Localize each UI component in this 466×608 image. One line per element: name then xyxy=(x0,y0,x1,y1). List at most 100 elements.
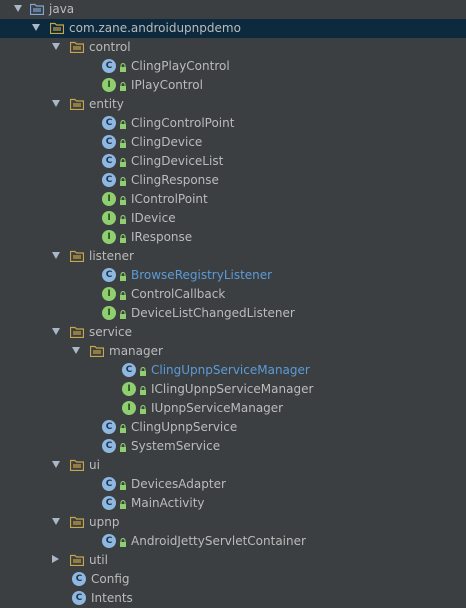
tree-item-label: IControlPoint xyxy=(131,192,208,206)
tree-node-upnp[interactable]: upnp xyxy=(0,513,466,532)
expand-arrow-icon[interactable] xyxy=(52,100,60,107)
tree-item[interactable]: C DevicesAdapter xyxy=(0,475,466,494)
visibility-lock-icon xyxy=(139,385,147,395)
expand-arrow-icon[interactable] xyxy=(52,461,60,468)
package-folder-icon xyxy=(69,98,85,111)
tree-item[interactable]: C AndroidJettyServletContainer xyxy=(0,532,466,551)
tree-item-label: IPlayControl xyxy=(131,78,203,92)
visibility-lock-icon xyxy=(119,309,127,319)
interface-icon: I xyxy=(122,401,136,415)
project-tree: java com.zane.androidupnpdemo control C Clin… xyxy=(0,0,466,607)
package-folder-icon xyxy=(69,554,85,567)
tree-item[interactable]: I IResponse xyxy=(0,228,466,247)
tree-item-label: DeviceListChangedListener xyxy=(131,306,295,320)
tree-item-label: ClingDeviceList xyxy=(131,154,224,168)
class-icon: C xyxy=(102,420,116,434)
tree-item-label: DevicesAdapter xyxy=(131,477,226,491)
tree-node-util[interactable]: util xyxy=(0,551,466,570)
class-icon: C xyxy=(102,116,116,130)
interface-icon: I xyxy=(102,211,116,225)
package-folder-icon xyxy=(89,345,105,358)
expand-arrow-icon[interactable] xyxy=(52,252,60,259)
tree-item[interactable]: I IUpnpServiceManager xyxy=(0,399,466,418)
visibility-lock-icon xyxy=(119,157,127,167)
tree-item-label: service xyxy=(89,325,132,339)
tree-item-label: listener xyxy=(89,249,134,263)
interface-icon: I xyxy=(102,192,116,206)
tree-item[interactable]: C ClingDevice xyxy=(0,133,466,152)
interface-icon: I xyxy=(102,287,116,301)
expand-arrow-icon[interactable] xyxy=(52,518,60,525)
tree-node-manager[interactable]: manager xyxy=(0,342,466,361)
tree-item-label: com.zane.androidupnpdemo xyxy=(69,21,241,35)
tree-node-ui[interactable]: ui xyxy=(0,456,466,475)
tree-item-label: IClingUpnpServiceManager xyxy=(151,382,314,396)
tree-item[interactable]: C ClingDeviceList xyxy=(0,152,466,171)
tree-item-label: IUpnpServiceManager xyxy=(151,401,284,415)
expand-arrow-icon[interactable] xyxy=(14,5,22,12)
tree-node-service[interactable]: service xyxy=(0,323,466,342)
tree-item-label: java xyxy=(49,2,75,16)
tree-item-label: AndroidJettyServletContainer xyxy=(131,534,306,548)
class-icon: C xyxy=(102,268,116,282)
class-icon: C xyxy=(102,439,116,453)
expand-arrow-icon[interactable] xyxy=(52,328,60,335)
package-folder-icon xyxy=(69,41,85,54)
class-icon: C xyxy=(102,135,116,149)
package-folder-icon xyxy=(69,516,85,529)
tree-item-label: ClingUpnpService xyxy=(131,420,238,434)
tree-item[interactable]: C BrowseRegistryListener xyxy=(0,266,466,285)
collapse-arrow-icon[interactable] xyxy=(52,555,59,563)
tree-item[interactable]: I IDevice xyxy=(0,209,466,228)
tree-item[interactable]: C ClingUpnpServiceManager xyxy=(0,361,466,380)
class-icon: C xyxy=(102,477,116,491)
tree-item[interactable]: C ClingResponse xyxy=(0,171,466,190)
tree-item-label: Config xyxy=(91,572,130,586)
tree-item-label: util xyxy=(89,553,108,567)
package-folder-icon xyxy=(49,22,65,35)
tree-node-java[interactable]: java xyxy=(0,0,466,19)
tree-item-label: ClingResponse xyxy=(131,173,219,187)
tree-node-entity[interactable]: entity xyxy=(0,95,466,114)
visibility-lock-icon xyxy=(119,442,127,452)
tree-item[interactable]: I ControlCallback xyxy=(0,285,466,304)
tree-item[interactable]: C ClingPlayControl xyxy=(0,57,466,76)
tree-item-label: SystemService xyxy=(131,439,221,453)
expand-arrow-icon[interactable] xyxy=(72,347,80,354)
class-icon: C xyxy=(122,363,136,377)
package-folder-icon xyxy=(69,459,85,472)
tree-item[interactable]: C MainActivity xyxy=(0,494,466,513)
tree-item-label: BrowseRegistryListener xyxy=(131,268,273,282)
interface-icon: I xyxy=(122,382,136,396)
interface-icon: I xyxy=(102,306,116,320)
visibility-lock-icon xyxy=(119,271,127,281)
tree-item[interactable]: C Config xyxy=(0,570,466,589)
tree-item-label: ClingControlPoint xyxy=(131,116,235,130)
class-icon: C xyxy=(102,534,116,548)
tree-item-label: upnp xyxy=(89,515,120,529)
class-icon: C xyxy=(102,496,116,510)
tree-node-listener[interactable]: listener xyxy=(0,247,466,266)
visibility-lock-icon xyxy=(119,195,127,205)
tree-node-com-zane-androidupnpdemo[interactable]: com.zane.androidupnpdemo xyxy=(0,19,466,38)
expand-arrow-icon[interactable] xyxy=(52,43,60,50)
tree-item[interactable]: C Intents xyxy=(0,589,466,608)
tree-item[interactable]: C SystemService xyxy=(0,437,466,456)
tree-item[interactable]: I IControlPoint xyxy=(0,190,466,209)
visibility-lock-icon xyxy=(119,62,127,72)
visibility-lock-icon xyxy=(119,480,127,490)
tree-item[interactable]: C ClingUpnpService xyxy=(0,418,466,437)
tree-item[interactable]: I DeviceListChangedListener xyxy=(0,304,466,323)
tree-node-control[interactable]: control xyxy=(0,38,466,57)
expand-arrow-icon[interactable] xyxy=(32,24,40,31)
tree-item-label: ClingPlayControl xyxy=(131,59,230,73)
tree-item[interactable]: I IClingUpnpServiceManager xyxy=(0,380,466,399)
visibility-lock-icon xyxy=(119,537,127,547)
visibility-lock-icon xyxy=(139,404,147,414)
tree-item[interactable]: I IPlayControl xyxy=(0,76,466,95)
visibility-lock-icon xyxy=(119,176,127,186)
visibility-lock-icon xyxy=(119,233,127,243)
class-icon: C xyxy=(72,591,86,605)
tree-item[interactable]: C ClingControlPoint xyxy=(0,114,466,133)
visibility-lock-icon xyxy=(119,290,127,300)
